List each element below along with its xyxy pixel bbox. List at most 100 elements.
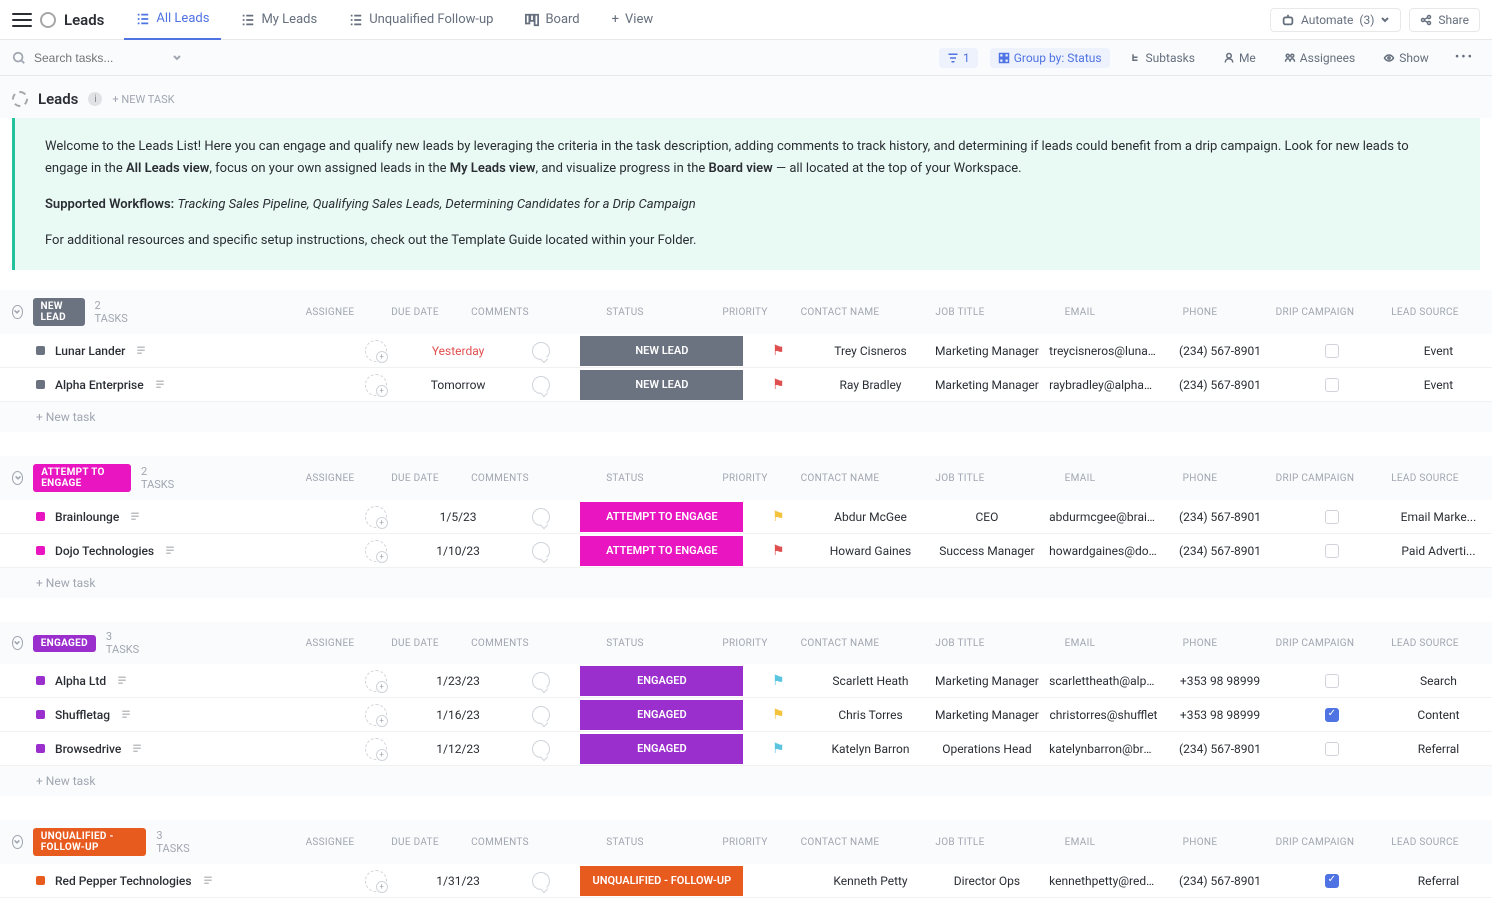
- share-button[interactable]: Share: [1409, 8, 1480, 32]
- subtasks-chip[interactable]: Subtasks: [1122, 48, 1203, 68]
- collapse-toggle[interactable]: [12, 636, 23, 650]
- col-status[interactable]: STATUS: [540, 638, 710, 649]
- drip-checkbox[interactable]: [1325, 674, 1339, 688]
- status-badge[interactable]: ATTEMPT TO ENGAGE: [580, 536, 743, 566]
- status-badge[interactable]: UNQUALIFIED - FOLLOW-UP: [580, 866, 743, 896]
- drip-checkbox[interactable]: [1325, 544, 1339, 558]
- lead-source[interactable]: Referral: [1385, 864, 1492, 898]
- task-row[interactable]: Browsedrive 1/12/23 ENGAGED ⚑ Katelyn Ba…: [0, 732, 1492, 766]
- due-date[interactable]: 1/5/23: [414, 510, 501, 524]
- description-icon[interactable]: [154, 379, 166, 391]
- col-assignee[interactable]: ASSIGNEE: [290, 638, 370, 649]
- due-date[interactable]: Tomorrow: [414, 378, 501, 392]
- col-priority[interactable]: PRIORITY: [710, 837, 780, 848]
- collapse-toggle[interactable]: [12, 471, 23, 485]
- description-icon[interactable]: [202, 875, 214, 887]
- task-name[interactable]: Alpha Enterprise: [55, 378, 144, 392]
- new-task-button[interactable]: + NEW TASK: [112, 93, 174, 106]
- priority-flag-icon[interactable]: ⚑: [772, 741, 785, 757]
- group-by-chip[interactable]: Group by: Status: [990, 48, 1110, 68]
- col-comments[interactable]: COMMENTS: [460, 307, 540, 318]
- email[interactable]: howardgaines@dojot: [1045, 534, 1162, 568]
- col-due[interactable]: DUE DATE: [370, 307, 460, 318]
- lead-source[interactable]: Paid Adverti...: [1385, 534, 1492, 568]
- job-title[interactable]: Success Manager: [929, 544, 1045, 558]
- comments-icon[interactable]: [532, 376, 550, 394]
- task-name[interactable]: Red Pepper Technologies: [55, 874, 192, 888]
- status-square-icon[interactable]: [36, 346, 45, 355]
- task-row[interactable]: Shuffletag 1/16/23 ENGAGED ⚑ Chris Torre…: [0, 698, 1492, 732]
- priority-flag-icon[interactable]: ⚑: [772, 509, 785, 525]
- drip-checkbox[interactable]: [1325, 742, 1339, 756]
- description-icon[interactable]: [120, 709, 132, 721]
- view-tab-board[interactable]: Board: [513, 0, 591, 40]
- priority-flag-icon[interactable]: ⚑: [772, 377, 785, 393]
- description-icon[interactable]: [164, 545, 176, 557]
- status-badge[interactable]: NEW LEAD: [580, 370, 743, 400]
- group-status-pill[interactable]: NEW LEAD: [33, 298, 85, 326]
- status-square-icon[interactable]: [36, 546, 45, 555]
- new-task-row[interactable]: + New task: [0, 568, 1492, 598]
- automate-button[interactable]: Automate (3): [1270, 8, 1401, 32]
- due-date[interactable]: 1/16/23: [414, 708, 501, 722]
- col-due[interactable]: DUE DATE: [370, 473, 460, 484]
- view-tab-unqualified[interactable]: Unqualified Follow-up: [337, 0, 505, 40]
- assignees-chip[interactable]: Assignees: [1276, 48, 1363, 68]
- collapse-toggle[interactable]: [12, 835, 23, 849]
- due-date[interactable]: 1/23/23: [414, 674, 501, 688]
- col-status[interactable]: STATUS: [540, 837, 710, 848]
- description-icon[interactable]: [129, 511, 141, 523]
- contact-name[interactable]: Trey Cisneros: [812, 344, 928, 358]
- lead-source[interactable]: Search: [1385, 664, 1492, 698]
- status-badge[interactable]: ENGAGED: [580, 734, 743, 764]
- status-square-icon[interactable]: [36, 676, 45, 685]
- col-priority[interactable]: PRIORITY: [710, 638, 780, 649]
- job-title[interactable]: Marketing Manager: [929, 378, 1045, 392]
- job-title[interactable]: Marketing Manager: [929, 708, 1045, 722]
- task-name[interactable]: Shuffletag: [55, 708, 110, 722]
- comments-icon[interactable]: [532, 542, 550, 560]
- new-task-row[interactable]: + New task: [0, 766, 1492, 796]
- email[interactable]: scarlettheath@alphal: [1045, 664, 1162, 698]
- drip-checkbox[interactable]: [1325, 510, 1339, 524]
- contact-name[interactable]: Abdur McGee: [812, 510, 928, 524]
- col-drip[interactable]: DRIP CAMPAIGN: [1260, 473, 1370, 484]
- col-email[interactable]: EMAIL: [1020, 837, 1140, 848]
- task-row[interactable]: Alpha Ltd 1/23/23 ENGAGED ⚑ Scarlett Hea…: [0, 664, 1492, 698]
- phone[interactable]: +353 98 98999: [1162, 674, 1278, 688]
- chevron-down-icon[interactable]: [172, 53, 182, 63]
- status-square-icon[interactable]: [36, 744, 45, 753]
- due-date[interactable]: 1/10/23: [414, 544, 501, 558]
- priority-flag-icon[interactable]: ⚑: [772, 343, 785, 359]
- description-icon[interactable]: [131, 743, 143, 755]
- col-source[interactable]: LEAD SOURCE: [1370, 837, 1480, 848]
- task-name[interactable]: Lunar Lander: [55, 344, 125, 358]
- col-source[interactable]: LEAD SOURCE: [1370, 638, 1480, 649]
- contact-name[interactable]: Scarlett Heath: [812, 674, 928, 688]
- contact-name[interactable]: Katelyn Barron: [812, 742, 928, 756]
- status-badge[interactable]: ENGAGED: [580, 666, 743, 696]
- col-assignee[interactable]: ASSIGNEE: [290, 837, 370, 848]
- status-square-icon[interactable]: [36, 876, 45, 885]
- job-title[interactable]: Operations Head: [929, 742, 1045, 756]
- phone[interactable]: (234) 567-8901: [1162, 510, 1278, 524]
- more-options[interactable]: •••: [1449, 50, 1480, 65]
- phone[interactable]: +353 98 98999: [1162, 708, 1278, 722]
- col-contact[interactable]: CONTACT NAME: [780, 307, 900, 318]
- job-title[interactable]: Director Ops: [929, 874, 1045, 888]
- assignee-placeholder[interactable]: [365, 670, 387, 692]
- phone[interactable]: (234) 567-8901: [1162, 544, 1278, 558]
- status-square-icon[interactable]: [36, 380, 45, 389]
- col-drip[interactable]: DRIP CAMPAIGN: [1260, 638, 1370, 649]
- group-status-pill[interactable]: ATTEMPT TO ENGAGE: [33, 464, 131, 492]
- lead-source[interactable]: Content: [1385, 698, 1492, 732]
- col-comments[interactable]: COMMENTS: [460, 473, 540, 484]
- assignee-placeholder[interactable]: [365, 704, 387, 726]
- filter-chip[interactable]: 1: [939, 48, 978, 68]
- status-badge[interactable]: ENGAGED: [580, 700, 743, 730]
- assignee-placeholder[interactable]: [365, 340, 387, 362]
- comments-icon[interactable]: [532, 342, 550, 360]
- col-email[interactable]: EMAIL: [1020, 638, 1140, 649]
- col-email[interactable]: EMAIL: [1020, 473, 1140, 484]
- lead-source[interactable]: Event: [1385, 334, 1492, 368]
